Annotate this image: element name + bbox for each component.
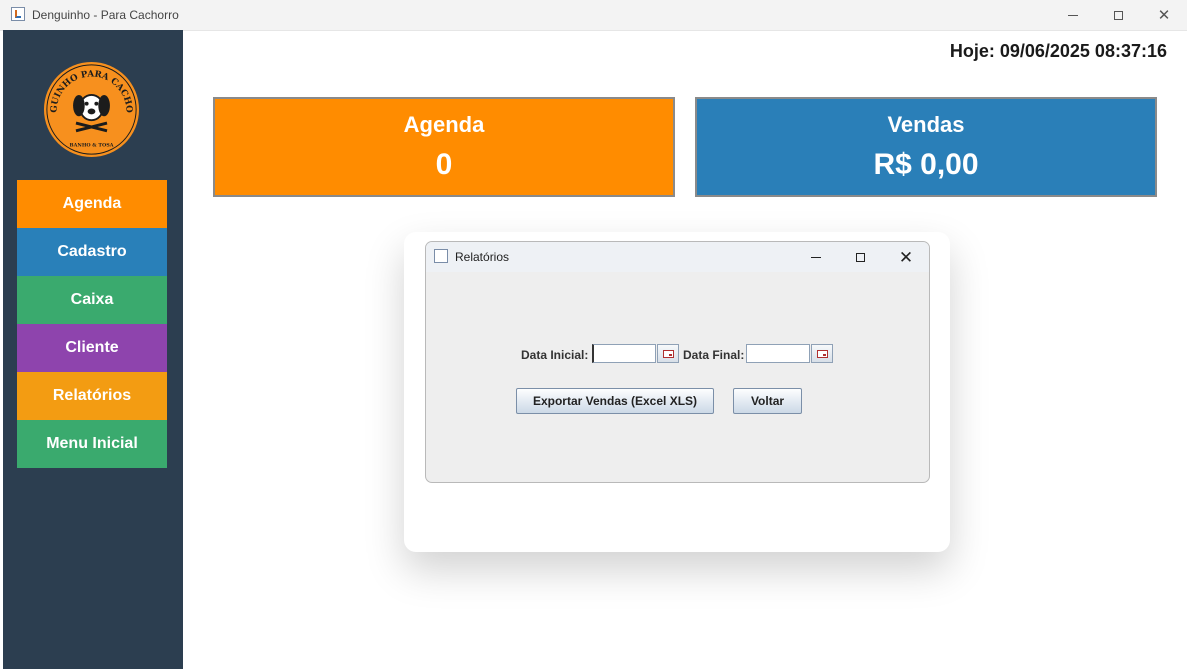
maximize-icon (855, 252, 865, 262)
minimize-icon (811, 256, 821, 258)
close-button[interactable]: ✕ (1141, 0, 1187, 30)
logo-bottom-text: BANHO & TOSA (70, 142, 114, 148)
calendar-icon (662, 349, 674, 358)
dialog-close-button[interactable]: ✕ (883, 242, 929, 272)
minimize-button[interactable] (1050, 0, 1096, 30)
main-title-bar: Denguinho - Para Cachorro ✕ (0, 0, 1187, 31)
vendas-card-title: Vendas (887, 112, 965, 137)
java-cup-icon (434, 249, 448, 263)
data-final-calendar-button[interactable] (811, 344, 833, 363)
sidebar-item-agenda[interactable]: Agenda (17, 180, 167, 228)
data-final-label: Data Final: (683, 348, 745, 362)
data-final-input[interactable] (746, 344, 810, 363)
agenda-card: Agenda 0 (213, 97, 675, 197)
maximize-button[interactable] (1095, 0, 1141, 30)
dialog-title: Relatórios (455, 250, 510, 264)
relatorios-dialog: Relatórios ✕ Data Inicial: Data Final: E… (425, 241, 930, 483)
sidebar-item-menu-inicial[interactable]: Menu Inicial (17, 420, 167, 468)
maximize-icon (1113, 10, 1123, 20)
close-icon: ✕ (1157, 6, 1171, 24)
dialog-minimize-button[interactable] (793, 242, 839, 272)
calendar-icon (816, 349, 828, 358)
logo: DENGUINHO PARA CACHORRO BANHO & TOSA (43, 61, 140, 158)
window-title: Denguinho - Para Cachorro (32, 8, 179, 22)
voltar-button[interactable]: Voltar (733, 388, 802, 414)
vendas-card: Vendas R$ 0,00 (695, 97, 1157, 197)
sidebar: DENGUINHO PARA CACHORRO BANHO & TOSA Age… (3, 30, 183, 669)
sidebar-item-caixa[interactable]: Caixa (17, 276, 167, 324)
agenda-card-value: 0 (435, 148, 453, 181)
current-datetime: Hoje: 09/06/2025 08:37:16 (949, 41, 1167, 61)
minimize-icon (1068, 14, 1078, 16)
vendas-card-value: R$ 0,00 (873, 148, 979, 181)
data-inicial-input[interactable] (592, 344, 656, 363)
close-icon: ✕ (898, 247, 914, 267)
export-vendas-button[interactable]: Exportar Vendas (Excel XLS) (516, 388, 714, 414)
data-inicial-label: Data Inicial: (521, 348, 589, 362)
data-inicial-calendar-button[interactable] (657, 344, 679, 363)
sidebar-item-relatorios[interactable]: Relatórios (17, 372, 167, 420)
java-cup-icon (11, 7, 25, 21)
sidebar-item-cliente[interactable]: Cliente (17, 324, 167, 372)
agenda-card-title: Agenda (403, 112, 485, 137)
dialog-title-bar: Relatórios ✕ (426, 242, 929, 272)
sidebar-item-cadastro[interactable]: Cadastro (17, 228, 167, 276)
dialog-maximize-button[interactable] (837, 242, 883, 272)
